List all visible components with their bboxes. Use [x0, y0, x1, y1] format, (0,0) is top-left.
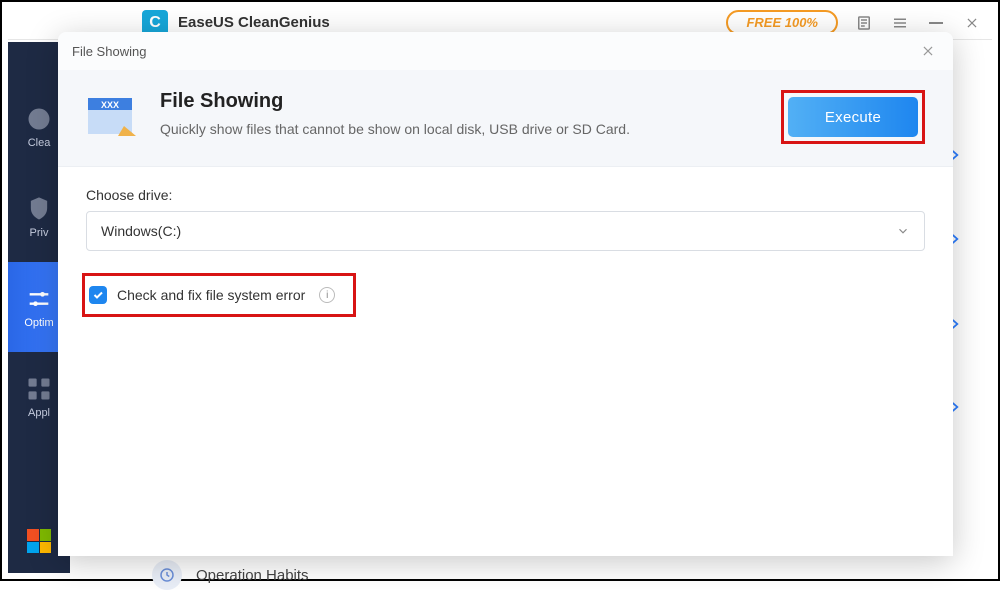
- check-fix-label: Check and fix file system error: [117, 287, 305, 303]
- dialog-body: Choose drive: Windows(C:) Check and fix …: [58, 167, 953, 556]
- dialog-header: XXX File Showing Quickly show files that…: [58, 70, 953, 167]
- execute-highlight: Execute: [781, 90, 925, 144]
- chevron-down-icon: [896, 224, 910, 238]
- close-icon: [921, 44, 935, 58]
- sidebar-item-label: Appl: [28, 407, 50, 419]
- choose-drive-label: Choose drive:: [86, 187, 925, 203]
- file-showing-dialog: File Showing XXX File Showing Quickly sh…: [58, 32, 953, 556]
- info-icon[interactable]: i: [319, 287, 335, 303]
- svg-text:XXX: XXX: [101, 100, 119, 110]
- drive-select[interactable]: Windows(C:): [86, 211, 925, 251]
- execute-button[interactable]: Execute: [788, 97, 918, 137]
- shield-icon: [25, 195, 53, 223]
- sliders-icon: [25, 285, 53, 313]
- sidebar-item-label: Clea: [28, 137, 51, 149]
- app-title: EaseUS CleanGenius: [178, 14, 330, 31]
- file-showing-icon: XXX: [86, 92, 140, 140]
- check-icon: [92, 289, 104, 301]
- drive-selected-value: Windows(C:): [101, 223, 181, 239]
- dialog-title-bar: File Showing: [58, 32, 953, 70]
- sidebar-item-label: Priv: [30, 227, 49, 239]
- menu-icon[interactable]: [890, 13, 910, 33]
- bg-operation-habits[interactable]: Operation Habits: [152, 560, 309, 590]
- dialog-title: File Showing: [160, 90, 630, 113]
- check-fix-checkbox[interactable]: [89, 286, 107, 304]
- check-fix-highlight: Check and fix file system error i: [82, 273, 356, 317]
- dashboard-icon: [25, 105, 53, 133]
- clock-icon: [152, 560, 182, 590]
- dialog-header-text: File Showing Quickly show files that can…: [160, 90, 630, 137]
- app-close-icon[interactable]: [962, 13, 982, 33]
- dialog-subtitle: Quickly show files that cannot be show o…: [160, 121, 630, 137]
- note-icon[interactable]: [854, 13, 874, 33]
- windows-logo-icon[interactable]: [27, 529, 51, 553]
- sidebar-item-label: Optim: [24, 317, 53, 329]
- dialog-window-title: File Showing: [72, 44, 146, 59]
- dialog-close-button[interactable]: [907, 32, 949, 70]
- minimize-icon[interactable]: [926, 13, 946, 33]
- apps-icon: [25, 375, 53, 403]
